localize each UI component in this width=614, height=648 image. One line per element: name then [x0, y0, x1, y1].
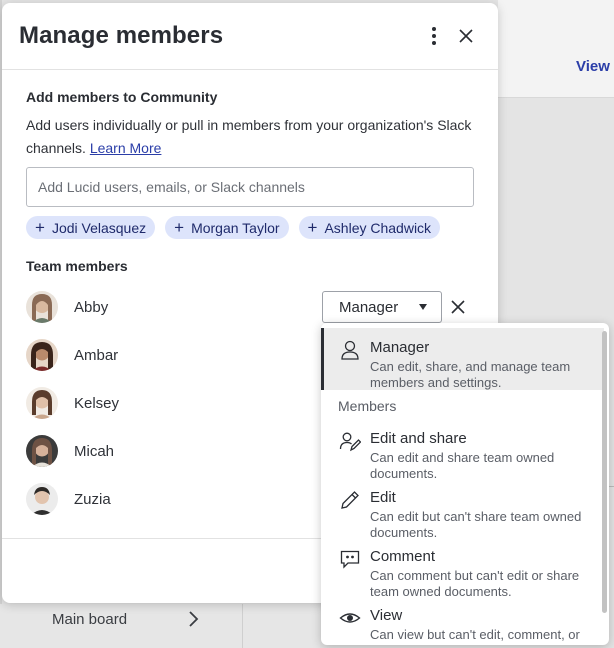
background-divider — [242, 604, 243, 648]
role-option-comment[interactable]: Comment Can comment but can't edit or sh… — [321, 537, 604, 599]
option-title: View — [370, 607, 403, 624]
role-option-edit-and-share[interactable]: Edit and share Can edit and share team o… — [321, 419, 604, 481]
role-select-value: Manager — [339, 298, 399, 316]
add-members-input[interactable] — [26, 167, 474, 207]
team-member-row: Zuzia — [26, 483, 111, 515]
members-group-label: Members — [338, 398, 397, 414]
chip-label: Jodi Velasquez — [51, 219, 147, 236]
caret-down-icon — [419, 304, 427, 310]
option-title: Edit — [370, 489, 396, 506]
remove-member-icon[interactable] — [449, 297, 467, 317]
avatar — [26, 435, 58, 467]
option-description: Can edit, share, and manage team members… — [370, 359, 571, 390]
add-members-description: Add users individually or pull in member… — [26, 114, 486, 160]
close-icon[interactable] — [456, 25, 476, 47]
background-header-panel — [498, 0, 614, 98]
team-member-row: Micah — [26, 435, 114, 467]
option-title: Comment — [370, 548, 436, 565]
comment-icon — [340, 550, 360, 569]
suggestion-chips: + Jodi Velasquez + Morgan Taylor + Ashley C… — [26, 216, 441, 239]
eye-icon — [339, 613, 361, 623]
avatar — [26, 291, 58, 323]
learn-more-link[interactable]: Learn More — [90, 140, 162, 156]
plus-icon: + — [35, 218, 45, 237]
background-main-board-item[interactable]: Main board — [52, 611, 127, 628]
chip-label: Ashley Chadwick — [324, 219, 432, 236]
modal-title: Manage members — [19, 22, 224, 49]
option-title: Manager — [370, 339, 430, 356]
suggestion-chip[interactable]: + Morgan Taylor — [165, 216, 289, 239]
team-members-heading: Team members — [26, 258, 128, 274]
edit-share-icon — [339, 432, 361, 452]
more-options-icon[interactable] — [426, 25, 442, 47]
plus-icon: + — [307, 218, 318, 237]
team-member-row: Kelsey — [26, 387, 119, 419]
chip-label: Morgan Taylor — [191, 219, 280, 236]
avatar — [26, 483, 58, 515]
role-option-view[interactable]: View Can view but can't edit, comment, o… — [321, 596, 604, 645]
person-icon — [341, 340, 359, 360]
avatar — [26, 387, 58, 419]
background-sidebar-footer — [0, 604, 320, 648]
dropdown-scrollbar[interactable] — [602, 331, 607, 613]
role-option-edit[interactable]: Edit Can edit but can't share team owned… — [321, 478, 604, 540]
role-option-manager[interactable]: Manager Can edit, share, and manage team… — [321, 328, 604, 390]
team-member-row: Ambar — [26, 339, 118, 371]
modal-header: Manage members — [2, 3, 498, 70]
member-name: Micah — [74, 442, 115, 460]
member-name: Zuzia — [74, 490, 111, 508]
role-select[interactable]: Manager — [322, 291, 442, 323]
option-title: Edit and share — [370, 430, 467, 447]
pencil-icon — [341, 491, 359, 509]
chevron-right-icon[interactable] — [186, 609, 200, 629]
add-members-heading: Add members to Community — [26, 89, 218, 105]
suggestion-chip[interactable]: + Jodi Velasquez — [26, 216, 156, 239]
member-name: Kelsey — [74, 394, 120, 412]
option-description: Can view but can't edit, comment, or — [370, 627, 580, 642]
team-member-row: Abby — [26, 291, 108, 323]
member-name: Ambar — [74, 346, 119, 364]
member-name: Abby — [74, 298, 109, 316]
role-dropdown: Manager Can edit, share, and manage team… — [321, 323, 609, 645]
background-view-link[interactable]: View — [576, 58, 610, 75]
suggestion-chip[interactable]: + Ashley Chadwick — [298, 216, 441, 239]
avatar — [26, 339, 58, 371]
plus-icon: + — [174, 218, 185, 237]
